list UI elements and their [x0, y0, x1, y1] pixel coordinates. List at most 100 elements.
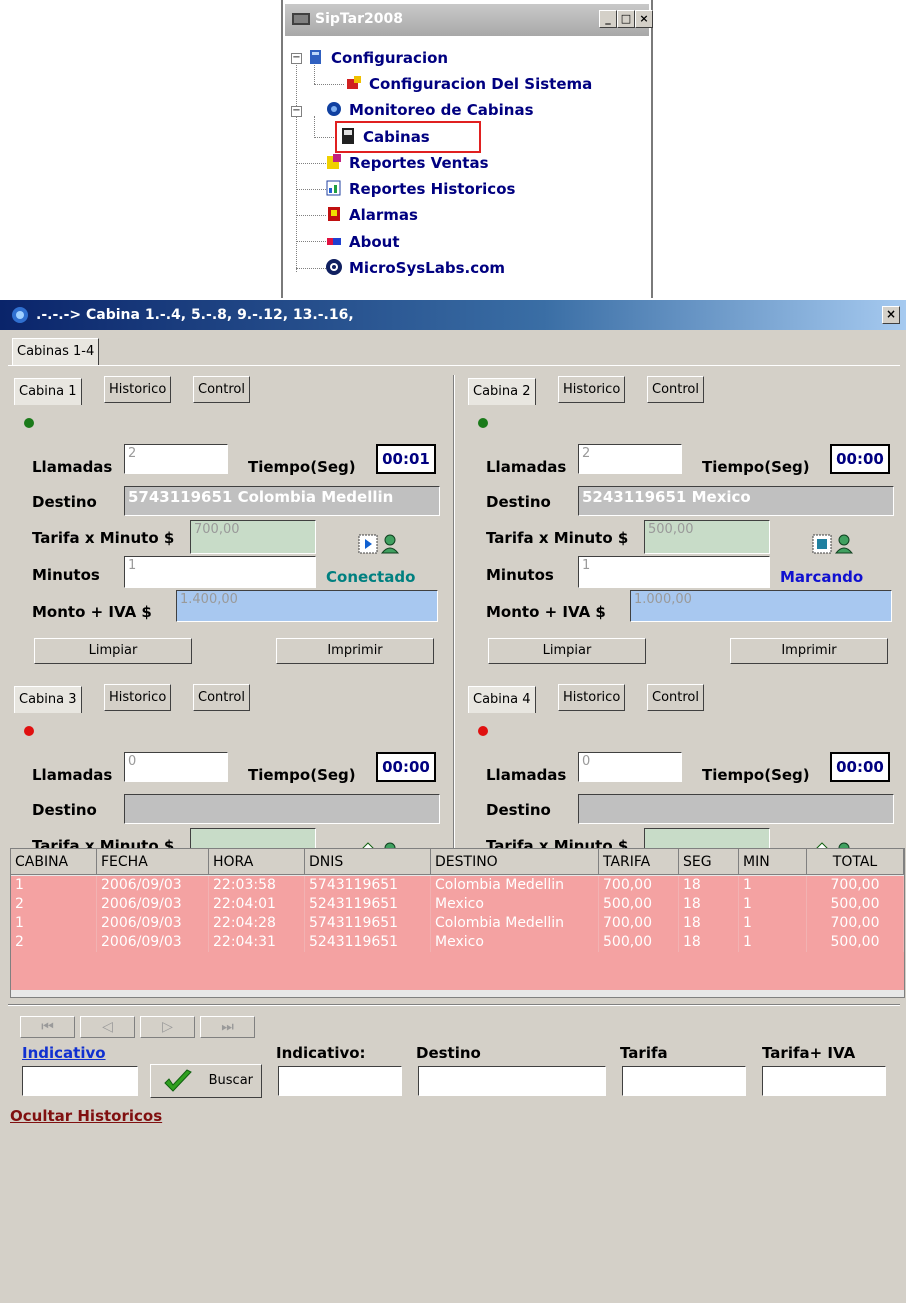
tree-item-microsyslabs[interactable]: MicroSysLabs.com	[325, 258, 505, 277]
tree-item-configuracion-del-sistema[interactable]: Configuracion Del Sistema	[345, 74, 592, 93]
column-header[interactable]: TARIFA	[599, 849, 679, 875]
tree-window-titlebar[interactable]: SipTar2008 _ □ ×	[285, 4, 653, 36]
destino-field[interactable]	[578, 794, 894, 824]
tree-item-monitoreo-de-cabinas[interactable]: Monitoreo de Cabinas	[325, 100, 534, 119]
imprimir-button[interactable]: Imprimir	[276, 638, 434, 664]
expander-configuracion[interactable]: −	[291, 53, 302, 64]
tab-cabinas-1-4[interactable]: Cabinas 1-4	[12, 338, 100, 365]
tarifa-result-field[interactable]	[622, 1066, 746, 1096]
table-cell: 22:04:31	[209, 933, 305, 952]
status-label: Conectado	[326, 568, 416, 586]
table-cell: Mexico	[431, 933, 599, 952]
limpiar-button[interactable]: Limpiar	[34, 638, 192, 664]
tiempo-label: Tiempo(Seg)	[702, 458, 810, 476]
column-header[interactable]: DNIS	[305, 849, 431, 875]
tab-cabina[interactable]: Cabina 3	[14, 686, 82, 713]
play-icon[interactable]	[358, 534, 378, 554]
monto-field[interactable]: 1.000,00	[630, 590, 892, 622]
table-cell: Colombia Medellin	[431, 914, 599, 933]
column-header[interactable]: FECHA	[97, 849, 209, 875]
tab-historico[interactable]: Historico	[558, 376, 626, 403]
column-header[interactable]: TOTAL	[807, 849, 904, 875]
llamadas-field[interactable]: 0	[124, 752, 228, 782]
tab-control[interactable]: Control	[647, 684, 704, 711]
status-led-icon	[24, 418, 34, 428]
llamadas-field[interactable]: 2	[578, 444, 682, 474]
tree-line	[296, 163, 326, 164]
indicativo-link[interactable]: Indicativo	[22, 1044, 106, 1062]
tarifa-label: Tarifa x Minuto $	[32, 529, 175, 547]
tree-line	[296, 241, 326, 242]
tarifa-field[interactable]: 700,00	[190, 520, 316, 554]
monto-field[interactable]: 1.400,00	[176, 590, 438, 622]
minutos-field[interactable]: 1	[578, 556, 770, 588]
destino-result-field[interactable]	[418, 1066, 606, 1096]
column-header[interactable]: DESTINO	[431, 849, 599, 875]
historico-grid[interactable]: CABINA FECHA HORA DNIS DESTINO TARIFA SEG MIN TO…	[10, 848, 905, 998]
maximize-button[interactable]: □	[617, 10, 635, 28]
destino-field[interactable]	[124, 794, 440, 824]
nav-prev-button[interactable]: ◁	[80, 1016, 135, 1038]
nav-next-button[interactable]: ▷	[140, 1016, 195, 1038]
tree-item-alarmas[interactable]: Alarmas	[325, 205, 418, 224]
tab-historico[interactable]: Historico	[558, 684, 626, 711]
destino-label: Destino	[32, 801, 97, 819]
app-icon	[292, 13, 310, 25]
tab-control[interactable]: Control	[647, 376, 704, 403]
imprimir-button[interactable]: Imprimir	[730, 638, 888, 664]
dial-icon[interactable]	[812, 534, 832, 554]
column-header[interactable]: SEG	[679, 849, 739, 875]
table-row[interactable]	[11, 952, 904, 971]
table-cell: 2006/09/03	[97, 895, 209, 914]
tree-line	[296, 268, 326, 269]
tree-item-about[interactable]: About	[325, 232, 400, 251]
tarifa-field[interactable]: 500,00	[644, 520, 770, 554]
tab-cabina[interactable]: Cabina 2	[468, 378, 536, 405]
llamadas-field[interactable]: 0	[578, 752, 682, 782]
table-cell: 18	[679, 895, 739, 914]
close-button[interactable]: ×	[635, 10, 653, 28]
tab-cabina[interactable]: Cabina 4	[468, 686, 536, 713]
close-button[interactable]: ×	[882, 306, 900, 324]
nav-first-button[interactable]: ⏮	[20, 1016, 75, 1038]
table-cell: 1	[11, 914, 97, 933]
indicativo-search-input[interactable]	[22, 1066, 138, 1096]
tab-historico[interactable]: Historico	[104, 684, 172, 711]
monto-label: Monto + IVA $	[32, 603, 152, 621]
tree-item-configuracion[interactable]: Configuracion	[307, 48, 448, 67]
minutos-field[interactable]: 1	[124, 556, 316, 588]
minimize-button[interactable]: _	[599, 10, 617, 28]
table-row[interactable]	[11, 971, 904, 990]
destino-field[interactable]: 5243119651 Mexico	[578, 486, 894, 516]
tree-item-label: Configuracion	[331, 49, 449, 67]
tree-item-reportes-ventas[interactable]: Reportes Ventas	[325, 153, 489, 172]
column-header[interactable]: CABINA	[11, 849, 97, 875]
buscar-button[interactable]: Buscar	[150, 1064, 262, 1098]
nav-last-button[interactable]: ⏭	[200, 1016, 255, 1038]
web-link-icon	[326, 259, 342, 275]
field-label-destino: Destino	[416, 1044, 481, 1062]
tarifa-iva-result-field[interactable]	[762, 1066, 886, 1096]
section-divider	[8, 1004, 900, 1006]
llamadas-field[interactable]: 2	[124, 444, 228, 474]
tree-line	[314, 84, 344, 85]
table-cell: 22:03:58	[209, 876, 305, 895]
llamadas-label: Llamadas	[32, 766, 113, 784]
column-header[interactable]: MIN	[739, 849, 807, 875]
tab-control[interactable]: Control	[193, 684, 250, 711]
tree-item-reportes-historicos[interactable]: Reportes Historicos	[325, 179, 515, 198]
field-label-indicativo: Indicativo:	[276, 1044, 366, 1062]
tab-cabina[interactable]: Cabina 1	[14, 378, 82, 405]
limpiar-button[interactable]: Limpiar	[488, 638, 646, 664]
ocultar-historicos-link[interactable]: Ocultar Historicos	[10, 1107, 162, 1125]
tab-historico[interactable]: Historico	[104, 376, 172, 403]
phone-icon	[12, 307, 28, 323]
indicativo-result-field[interactable]	[278, 1066, 402, 1096]
tiempo-display: 00:01	[376, 444, 436, 474]
expander-monitoreo[interactable]: −	[291, 106, 302, 117]
destino-field[interactable]: 5743119651 Colombia Medellin	[124, 486, 440, 516]
column-header[interactable]: HORA	[209, 849, 305, 875]
table-cell: 22:04:28	[209, 914, 305, 933]
cabinas-window-titlebar[interactable]: .-.-.-> Cabina 1.-.4, 5.-.8, 9.-.12, 13.…	[0, 300, 906, 330]
tab-control[interactable]: Control	[193, 376, 250, 403]
